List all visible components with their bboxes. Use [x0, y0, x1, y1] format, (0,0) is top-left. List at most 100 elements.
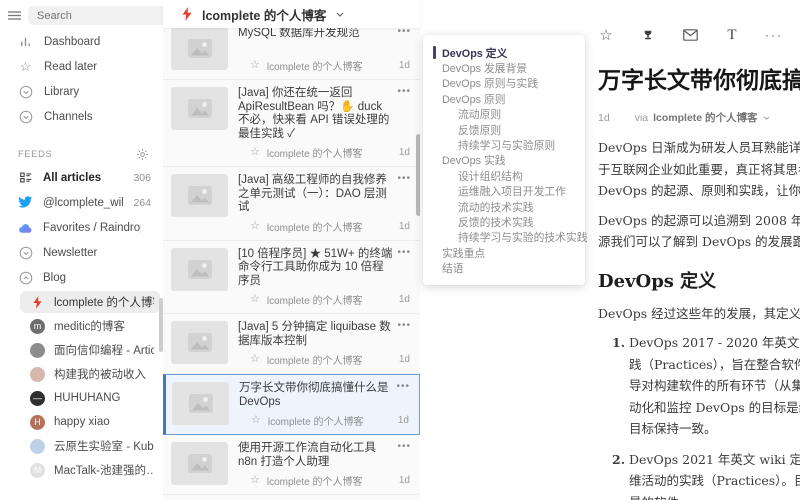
sidebar-feed-item[interactable]: Favorites / Raindrop.io	[0, 215, 163, 240]
text-settings-icon[interactable]: T	[724, 27, 740, 43]
toc-item[interactable]: 流动原则	[423, 107, 585, 122]
favorite-star-icon[interactable]: ☆	[251, 415, 261, 426]
favorite-star-icon[interactable]: ☆	[250, 60, 260, 71]
sidebar-feed-item[interactable]: @lcomplete_wild (Twitt…264	[0, 190, 163, 215]
chevron-down-icon[interactable]	[336, 12, 344, 17]
blog-feed-label: lcomplete 的个人博客	[54, 294, 154, 310]
toc-item[interactable]: 持续学习与实验的技术实践	[423, 230, 585, 245]
article-source[interactable]: lcomplete 的个人博客	[653, 110, 757, 125]
section-heading: DevOps 定义	[598, 267, 800, 293]
toc-item[interactable]: 流动的技术实践	[423, 199, 585, 214]
favorite-star-icon[interactable]: ☆	[250, 354, 260, 365]
toc-item[interactable]: 反馈原则	[423, 122, 585, 137]
feed-title: lcomplete 的个人博客	[202, 5, 326, 24]
article-age: 1d	[398, 415, 409, 426]
gear-icon[interactable]	[135, 147, 150, 162]
toc-item[interactable]: 设计组织结构	[423, 168, 585, 183]
favorite-star-icon[interactable]: ☆	[250, 147, 260, 158]
body-text-line: 践（Practices），旨在整合软件开发和	[629, 354, 800, 376]
toc-item[interactable]: DevOps 发展背景	[423, 60, 585, 75]
more-options-icon[interactable]: •••	[397, 320, 411, 331]
toc-item[interactable]: DevOps 原则与实践	[423, 76, 585, 91]
sidebar-nav-item[interactable]: Channels	[0, 104, 163, 129]
sidebar-blog-feed-item[interactable]: M MacTalk-池建强的…	[20, 459, 160, 481]
sidebar-feed-item[interactable]: Blog	[0, 265, 163, 290]
reader-toolbar: ☆ T ···	[598, 26, 800, 44]
more-options-icon[interactable]: •••	[397, 441, 411, 452]
article-title: [Java] 5 分钟搞定 liquibase 数据库版本控制	[238, 321, 410, 348]
sidebar-nav-item[interactable]: Library	[0, 79, 163, 104]
broadcast-icon[interactable]	[640, 27, 656, 43]
toc-item[interactable]: 运维融入项目开发工作	[423, 184, 585, 199]
article-list: MySQL 数据库开发规范 ☆ lcomplete 的个人博客 1d ••• […	[163, 28, 420, 500]
body-text-line: DevOps 的起源可以追溯到 2008 年，在一次	[598, 210, 800, 232]
feed-header[interactable]: lcomplete 的个人博客	[163, 0, 420, 28]
feed-avatar	[30, 343, 45, 358]
feed-avatar: M	[30, 463, 45, 478]
sidebar-feed-item[interactable]: All articles306	[0, 165, 163, 190]
toc-item[interactable]: DevOps 定义	[423, 45, 585, 60]
toc-item[interactable]: 实践重点	[423, 245, 585, 260]
article-thumbnail	[171, 442, 228, 485]
body-text-line: 目标保持一致。	[629, 418, 800, 440]
source-chevron-down-icon[interactable]	[763, 116, 770, 120]
article-age: 1d	[598, 112, 610, 124]
article-list-item[interactable]: [Java] 高级工程师的自我修养之单元测试（一）：DAO 层测试 ☆ lcom…	[163, 167, 420, 241]
sidebar: Dashboard ☆Read later Library Channels F…	[0, 0, 164, 500]
article-list-item[interactable]: [10 倍程序员] ★ 51W+ 的终端命令行工具助你成为 10 倍程序员 ☆ …	[163, 241, 420, 315]
more-options-icon[interactable]: •••	[397, 86, 411, 97]
toc-item[interactable]: DevOps 实践	[423, 153, 585, 168]
favorite-star-icon[interactable]: ☆	[250, 475, 260, 486]
more-options-icon[interactable]: ···	[766, 27, 782, 43]
articles-icon	[18, 170, 33, 185]
article-source: lcomplete 的个人博客	[267, 219, 363, 234]
blog-feed-label: MacTalk-池建强的…	[54, 462, 154, 478]
favorite-star-icon[interactable]: ☆	[250, 294, 260, 305]
article-list-item[interactable]: [Javascript] 使用 lit 编写 Web Components 简化…	[163, 495, 420, 500]
toc-item[interactable]: 持续学习与实验原则	[423, 137, 585, 152]
twitter-icon	[18, 195, 33, 210]
sidebar-blog-feed-item[interactable]: 构建我的被动收入	[20, 363, 160, 385]
sidebar-nav-item[interactable]: Dashboard	[0, 29, 163, 54]
blog-feed-label: 面向信仰编程 - Artic…	[54, 342, 154, 358]
article-thumbnail	[172, 382, 229, 425]
body-text-line: 维活动的实践（Practices）。目标是缩	[629, 470, 800, 492]
email-icon[interactable]	[682, 27, 698, 43]
sidebar-blog-feed-item[interactable]: —HUHUHANG	[20, 387, 160, 409]
article-list-item[interactable]: MySQL 数据库开发规范 ☆ lcomplete 的个人博客 1d •••	[163, 28, 420, 80]
body-text-line: DevOps 2017 - 2020 年英文 wiki 定义	[629, 332, 800, 354]
article-list-item[interactable]: [Java] 你还在统一返回 ApiResultBean 吗？✋ duck 不必…	[163, 80, 420, 167]
more-options-icon[interactable]: •••	[397, 247, 411, 258]
article-source: lcomplete 的个人博客	[267, 145, 363, 160]
sidebar-blog-feed-item[interactable]: Hhappy xiao	[20, 411, 160, 433]
toc-item[interactable]: 结语	[423, 260, 585, 275]
more-options-icon[interactable]: •••	[397, 173, 411, 184]
toc-item[interactable]: 反馈的技术实践	[423, 214, 585, 229]
sidebar-blog-feed-item[interactable]: mmeditic的博客	[20, 315, 160, 337]
sidebar-blog-feed-item[interactable]: lcomplete 的个人博客	[20, 291, 160, 313]
article-list-item[interactable]: [Java] 5 分钟搞定 liquibase 数据库版本控制 ☆ lcompl…	[163, 314, 420, 374]
article-list-item[interactable]: 使用开源工作流自动化工具 n8n 打造个人助理 ☆ lcomplete 的个人博…	[163, 435, 420, 495]
toc-item[interactable]: DevOps 原则	[423, 91, 585, 106]
nav-item-label: Dashboard	[44, 36, 100, 48]
article-age: 1d	[399, 475, 410, 486]
body-text-line: DevOps 2021 年英文 wiki 定义（直译）	[629, 449, 800, 471]
article-source: lcomplete 的个人博客	[267, 352, 363, 367]
feed-avatar: m	[30, 319, 45, 334]
article-list-item[interactable]: 万字长文带你彻底搞懂什么是 DevOps ☆ lcomplete 的个人博客 1…	[163, 374, 420, 435]
table-of-contents-popup: DevOps 定义 DevOps 发展背景 DevOps 原则与实践 DevOp…	[423, 35, 585, 285]
sidebar-blog-feed-item[interactable]: 云原生实验室 - Kube…	[20, 435, 160, 457]
favorite-star-icon[interactable]: ☆	[598, 27, 614, 43]
article-title: 万字长文带你彻底搞懂什么是 DevOps	[598, 61, 800, 95]
favorite-star-icon[interactable]: ☆	[250, 221, 260, 232]
article-title: 使用开源工作流自动化工具 n8n 打造个人助理	[238, 442, 410, 469]
more-options-icon[interactable]: •••	[396, 381, 410, 392]
more-options-icon[interactable]: •••	[397, 28, 411, 37]
blog-feed-label: HUHUHANG	[54, 392, 120, 404]
article-source: lcomplete 的个人博客	[267, 292, 363, 307]
sidebar-blog-feed-item[interactable]: 面向信仰编程 - Artic…	[20, 339, 160, 361]
sidebar-nav-item[interactable]: ☆Read later	[0, 54, 163, 79]
hamburger-menu-icon[interactable]	[7, 8, 22, 23]
sidebar-feed-item[interactable]: Newsletter	[0, 240, 163, 265]
body-text-line: 源我们可以了解到 DevOps 的发展跟敏捷软件	[598, 231, 800, 253]
